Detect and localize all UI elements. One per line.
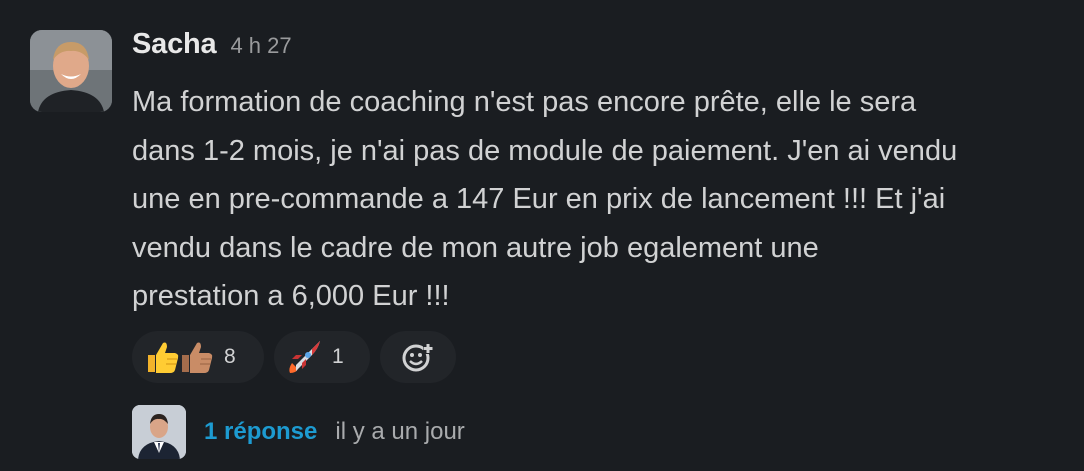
author-name[interactable]: Sacha (132, 28, 217, 61)
message-line: Ma formation de coaching n'est pas encor… (132, 86, 917, 118)
message-line: vendu dans le cadre de mon autre job ega… (132, 231, 819, 264)
message-line: dans 1-2 mois, je n'ai pas de module de … (132, 134, 958, 167)
reactions-bar: 8 1 (132, 331, 456, 383)
reaction-thumbs-up[interactable]: 8 (132, 331, 264, 383)
rocket-icon (286, 339, 322, 375)
reaction-count: 8 (224, 345, 236, 368)
last-reply-time: il y a un jour (335, 418, 465, 445)
message: Sacha 4 h 27 Ma formation de coaching n'… (0, 0, 1084, 471)
add-emoji-icon (401, 340, 435, 374)
reply-count-link[interactable]: 1 réponse (204, 418, 317, 446)
author-avatar[interactable] (30, 30, 112, 112)
message-timestamp[interactable]: 4 h 27 (230, 33, 291, 59)
reaction-rocket[interactable]: 1 (274, 331, 370, 383)
thumbs-up-icon (144, 339, 214, 375)
thread-summary[interactable]: 1 réponse il y a un jour (132, 404, 465, 460)
message-header: Sacha 4 h 27 (132, 28, 292, 72)
add-reaction-button[interactable] (380, 331, 456, 383)
message-line: prestation a 6,000 Eur !!! (132, 280, 450, 313)
reaction-count: 1 (332, 345, 344, 368)
message-line: une en pre-commande a 147 Eur en prix de… (132, 183, 946, 216)
message-text: Ma formation de coaching n'est pas encor… (132, 78, 1077, 321)
replier-avatar (132, 405, 186, 459)
